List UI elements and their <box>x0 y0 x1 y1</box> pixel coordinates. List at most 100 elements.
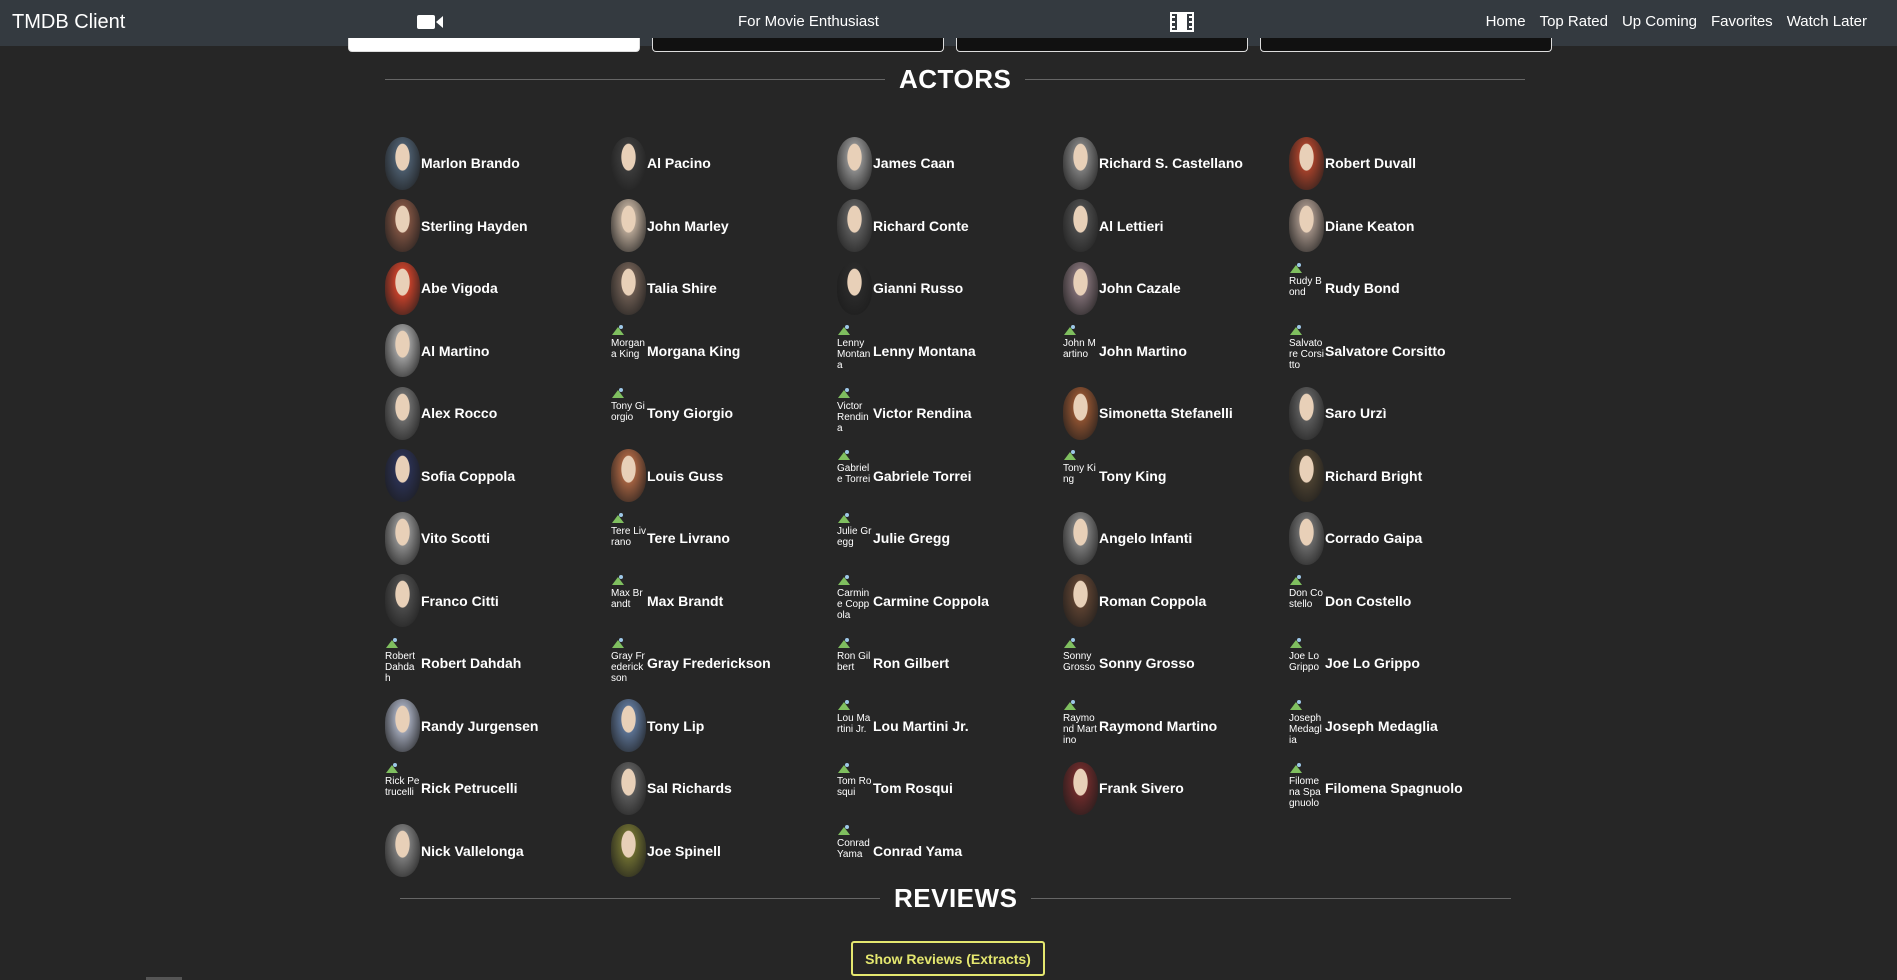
actor-item[interactable]: Tony Lip <box>611 695 837 758</box>
actor-item[interactable]: Gianni Russo <box>837 257 1063 320</box>
broken-image-icon[interactable]: Conrad Yama <box>837 824 872 877</box>
actor-item[interactable]: Lenny Montana Lenny Montana <box>837 320 1063 383</box>
actor-photo[interactable] <box>385 136 420 190</box>
actor-item[interactable]: Sal Richards <box>611 757 837 820</box>
actor-item[interactable]: Gray Frederickson Gray Frederickson <box>611 632 837 695</box>
actor-name[interactable]: Roman Coppola <box>1099 593 1206 609</box>
poster-card[interactable] <box>1260 38 1552 52</box>
show-reviews-button[interactable]: Show Reviews (Extracts) <box>851 941 1045 976</box>
actor-photo[interactable] <box>1289 199 1324 253</box>
actor-item[interactable]: Louis Guss <box>611 445 837 508</box>
actor-name[interactable]: Tony King <box>1099 468 1166 484</box>
brand-logo[interactable]: TMDB Client <box>12 11 125 34</box>
broken-image-icon[interactable]: Rudy Bond <box>1289 262 1324 315</box>
actor-item[interactable]: Franco Citti <box>385 570 611 633</box>
actor-name[interactable]: Marlon Brando <box>421 155 520 171</box>
actor-photo[interactable] <box>385 261 420 315</box>
actor-name[interactable]: Sofia Coppola <box>421 468 515 484</box>
actor-item[interactable]: Simonetta Stefanelli <box>1063 382 1289 445</box>
poster-card[interactable] <box>956 38 1248 52</box>
actor-photo[interactable] <box>611 699 646 753</box>
broken-image-icon[interactable]: Don Costello <box>1289 574 1324 627</box>
actor-item[interactable]: Abe Vigoda <box>385 257 611 320</box>
actor-name[interactable]: Raymond Martino <box>1099 718 1217 734</box>
actor-name[interactable]: Morgana King <box>647 343 740 359</box>
actor-name[interactable]: Robert Duvall <box>1325 155 1416 171</box>
actor-name[interactable]: Rudy Bond <box>1325 280 1400 296</box>
actor-item[interactable]: James Caan <box>837 132 1063 195</box>
actor-photo[interactable] <box>1063 511 1098 565</box>
actor-item[interactable]: Joseph Medaglia Joseph Medaglia <box>1289 695 1515 758</box>
actor-item[interactable]: Morgana King Morgana King <box>611 320 837 383</box>
actor-name[interactable]: Robert Dahdah <box>421 655 521 671</box>
actor-photo[interactable] <box>837 136 872 190</box>
broken-image-icon[interactable]: Sonny Grosso <box>1063 637 1098 690</box>
actor-photo[interactable] <box>1063 386 1098 440</box>
broken-image-icon[interactable]: Lou Martini Jr. <box>837 699 872 752</box>
broken-image-icon[interactable]: Ron Gilbert <box>837 637 872 690</box>
broken-image-icon[interactable]: Gabriele Torrei <box>837 449 872 502</box>
actor-name[interactable]: Ron Gilbert <box>873 655 949 671</box>
broken-image-icon[interactable]: John Martino <box>1063 324 1098 377</box>
actor-photo[interactable] <box>385 574 420 628</box>
actor-name[interactable]: Franco Citti <box>421 593 499 609</box>
broken-image-icon[interactable]: Robert Dahdah <box>385 637 420 690</box>
actor-name[interactable]: Tony Lip <box>647 718 704 734</box>
actor-item[interactable]: John Marley <box>611 195 837 258</box>
actor-item[interactable]: Rick Petrucelli Rick Petrucelli <box>385 757 611 820</box>
broken-image-icon[interactable]: Gray Frederickson <box>611 637 646 690</box>
broken-image-icon[interactable]: Morgana King <box>611 324 646 377</box>
actor-item[interactable]: Rudy Bond Rudy Bond <box>1289 257 1515 320</box>
actor-photo[interactable] <box>611 136 646 190</box>
actor-item[interactable]: Carmine Coppola Carmine Coppola <box>837 570 1063 633</box>
broken-image-icon[interactable]: Raymond Martino <box>1063 699 1098 752</box>
broken-image-icon[interactable]: Rick Petrucelli <box>385 762 420 815</box>
actor-photo[interactable] <box>1289 386 1324 440</box>
actor-item[interactable]: Alex Rocco <box>385 382 611 445</box>
actor-item[interactable]: Joe Spinell <box>611 820 837 883</box>
actor-photo[interactable] <box>1289 511 1324 565</box>
actor-name[interactable]: Max Brandt <box>647 593 723 609</box>
broken-image-icon[interactable]: Victor Rendina <box>837 387 872 440</box>
actor-photo[interactable] <box>1063 574 1098 628</box>
broken-image-icon[interactable]: Tom Rosqui <box>837 762 872 815</box>
actor-photo[interactable] <box>1063 136 1098 190</box>
actor-photo[interactable] <box>385 449 420 503</box>
actor-photo[interactable] <box>1063 199 1098 253</box>
actor-photo[interactable] <box>385 199 420 253</box>
broken-image-icon[interactable]: Joseph Medaglia <box>1289 699 1324 752</box>
actor-name[interactable]: Al Martino <box>421 343 489 359</box>
actor-photo[interactable] <box>611 261 646 315</box>
nav-link-up-coming[interactable]: Up Coming <box>1622 13 1697 30</box>
actor-item[interactable]: Vito Scotti <box>385 507 611 570</box>
actor-name[interactable]: Al Lettieri <box>1099 218 1164 234</box>
actor-photo[interactable] <box>1063 761 1098 815</box>
actor-name[interactable]: Randy Jurgensen <box>421 718 538 734</box>
actor-name[interactable]: Salvatore Corsitto <box>1325 343 1446 359</box>
actor-item[interactable]: Talia Shire <box>611 257 837 320</box>
actor-name[interactable]: Diane Keaton <box>1325 218 1414 234</box>
actor-item[interactable]: Roman Coppola <box>1063 570 1289 633</box>
actor-item[interactable]: Richard Conte <box>837 195 1063 258</box>
actor-item[interactable]: Julie Gregg Julie Gregg <box>837 507 1063 570</box>
actor-name[interactable]: Richard S. Castellano <box>1099 155 1243 171</box>
broken-image-icon[interactable]: Max Brandt <box>611 574 646 627</box>
actor-item[interactable]: Robert Dahdah Robert Dahdah <box>385 632 611 695</box>
actor-photo[interactable] <box>1289 449 1324 503</box>
actor-item[interactable]: John Cazale <box>1063 257 1289 320</box>
actor-photo[interactable] <box>1289 136 1324 190</box>
actor-name[interactable]: Simonetta Stefanelli <box>1099 405 1233 421</box>
actor-item[interactable]: Al Martino <box>385 320 611 383</box>
actor-name[interactable]: Corrado Gaipa <box>1325 530 1422 546</box>
actor-name[interactable]: Don Costello <box>1325 593 1411 609</box>
actor-item[interactable]: Al Lettieri <box>1063 195 1289 258</box>
actor-name[interactable]: Talia Shire <box>647 280 717 296</box>
actor-item[interactable]: Salvatore Corsitto Salvatore Corsitto <box>1289 320 1515 383</box>
actor-item[interactable]: Marlon Brando <box>385 132 611 195</box>
actor-name[interactable]: Tony Giorgio <box>647 405 733 421</box>
actor-photo[interactable] <box>385 511 420 565</box>
actor-item[interactable]: Ron Gilbert Ron Gilbert <box>837 632 1063 695</box>
actor-name[interactable]: John Cazale <box>1099 280 1181 296</box>
actor-name[interactable]: Louis Guss <box>647 468 723 484</box>
actor-name[interactable]: Joseph Medaglia <box>1325 718 1438 734</box>
